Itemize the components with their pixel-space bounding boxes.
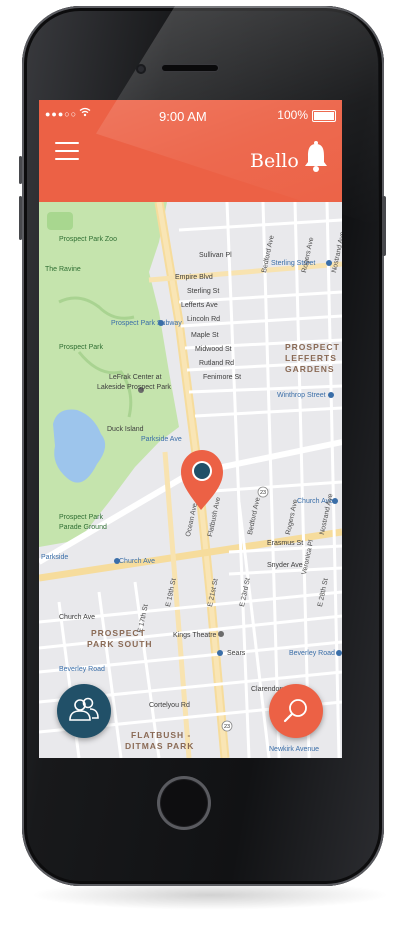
map-label: Newkirk Avenue bbox=[269, 746, 320, 753]
map-canvas[interactable]: 23 23 bbox=[39, 201, 342, 758]
people-button[interactable] bbox=[57, 684, 111, 738]
search-icon bbox=[283, 699, 307, 723]
map-label: Rutland Rd bbox=[199, 360, 235, 367]
map-label: Beverley Road bbox=[289, 650, 335, 657]
map-label: Parkside bbox=[41, 554, 69, 561]
district-label: LEFFERTS bbox=[285, 353, 337, 363]
map-label: Sears bbox=[227, 650, 246, 657]
map-label: Lefferts Ave bbox=[181, 302, 218, 309]
bell-icon bbox=[305, 141, 327, 172]
volume-button bbox=[19, 196, 22, 240]
home-button[interactable] bbox=[157, 776, 211, 830]
route-shield: 23 bbox=[221, 720, 233, 732]
map-label: Prospect Park Subway bbox=[111, 320, 182, 327]
map-label: Erasmus St bbox=[267, 540, 304, 547]
map-label: Beverley Road bbox=[59, 666, 105, 673]
route-shield: 23 bbox=[257, 486, 269, 498]
district-label: PROSPECT bbox=[285, 342, 340, 352]
battery-percent: 100% bbox=[277, 108, 308, 122]
map-label: Parkside Ave bbox=[141, 436, 182, 443]
map-label: Winthrop Street bbox=[277, 392, 326, 399]
status-bar: ●●●○○ 9:00 AM 100% bbox=[39, 100, 342, 130]
power-button bbox=[382, 196, 386, 256]
map-label: Snyder Ave bbox=[267, 562, 303, 569]
map-label: Midwood St bbox=[195, 346, 232, 353]
battery-icon bbox=[312, 110, 336, 122]
map-label: Cortelyou Rd bbox=[149, 702, 190, 709]
district-label: FLATBUSH - bbox=[131, 730, 192, 740]
map-label: Parade Ground bbox=[59, 524, 107, 531]
notifications-button[interactable] bbox=[303, 140, 329, 172]
people-icon bbox=[69, 697, 99, 721]
map-label: Lakeside Prospect Park bbox=[97, 384, 171, 391]
app-title: Bello bbox=[250, 150, 299, 172]
earpiece-speaker bbox=[162, 65, 218, 71]
map-label: Empire Blvd bbox=[175, 274, 213, 281]
district-label: DITMAS PARK bbox=[125, 741, 195, 751]
map-label: The Ravine bbox=[45, 266, 81, 273]
map-label: Kings Theatre bbox=[173, 632, 217, 639]
hamburger-icon bbox=[55, 142, 79, 144]
route-shield-label: 23 bbox=[260, 490, 266, 496]
district-label: GARDENS bbox=[285, 364, 335, 374]
map-label: Fenimore St bbox=[203, 374, 242, 381]
map-label: Church Ave bbox=[59, 614, 96, 621]
map-label: Prospect Park bbox=[59, 514, 103, 521]
map-label: Church Ave bbox=[119, 558, 156, 565]
app-screen: ●●●○○ 9:00 AM 100% Bello 23 23 Prospect … bbox=[39, 100, 342, 758]
front-camera bbox=[136, 64, 146, 74]
district-label: PARK SOUTH bbox=[87, 639, 153, 649]
map-label: Sullivan Pl bbox=[199, 252, 232, 259]
search-button[interactable] bbox=[269, 684, 323, 738]
district-label: PROSPECT bbox=[91, 628, 146, 638]
map-label: Prospect Park Zoo bbox=[59, 236, 117, 243]
clock: 9:00 AM bbox=[159, 109, 207, 124]
signal-indicator: ●●●○○ bbox=[45, 109, 78, 119]
hamburger-menu-button[interactable] bbox=[55, 142, 79, 162]
map-label: Duck Island bbox=[107, 426, 144, 433]
map-label: Sterling St bbox=[187, 288, 220, 295]
map-label: Prospect Park bbox=[59, 344, 103, 351]
map-label: Maple St bbox=[191, 332, 219, 339]
wifi-icon bbox=[79, 107, 91, 120]
route-shield-label: 23 bbox=[224, 724, 230, 730]
volume-button bbox=[19, 156, 22, 184]
map-label: Lincoln Rd bbox=[187, 316, 221, 323]
map-label: LeFrak Center at bbox=[109, 374, 162, 381]
map-view[interactable]: 23 23 Prospect Park Zoo The Ravine Prospect… bbox=[39, 201, 342, 758]
